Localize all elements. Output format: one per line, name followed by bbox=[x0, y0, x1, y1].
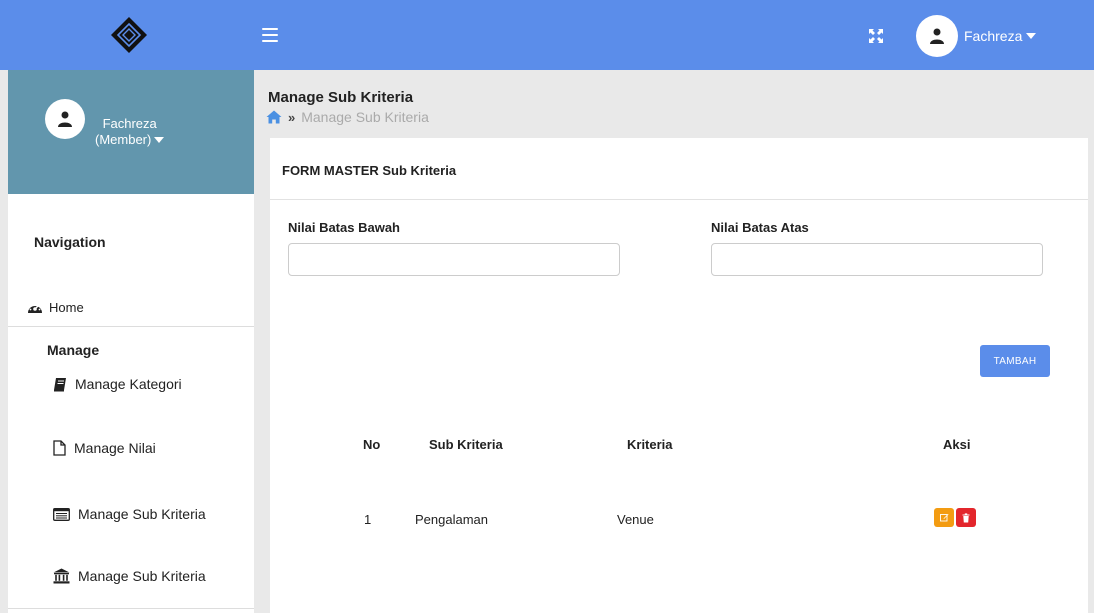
card-header: FORM MASTER Sub Kriteria bbox=[270, 138, 1088, 200]
nav-heading: Navigation bbox=[34, 234, 106, 250]
form-card: FORM MASTER Sub Kriteria Nilai Batas Baw… bbox=[270, 138, 1088, 613]
sidebar-user-role: (Member) bbox=[95, 132, 152, 147]
page-title: Manage Sub Kriteria bbox=[268, 89, 414, 106]
bank-icon bbox=[53, 568, 70, 584]
caret-down-icon bbox=[1026, 33, 1037, 39]
sidebar-item-manage-sub-kriteria[interactable]: Manage Sub Kriteria bbox=[53, 506, 206, 522]
home-icon[interactable] bbox=[266, 110, 282, 124]
divider bbox=[8, 608, 254, 609]
user-icon bbox=[58, 111, 72, 127]
sidebar-item-manage-kategori[interactable]: Manage Kategori bbox=[53, 376, 182, 392]
sidebar-user-name: Fachreza bbox=[102, 116, 157, 131]
book-icon bbox=[54, 377, 66, 391]
dashboard-icon bbox=[28, 303, 42, 313]
sidebar: Fachreza (Member) Navigation Home Manage… bbox=[8, 70, 254, 613]
hamburger-menu-icon[interactable] bbox=[262, 28, 278, 42]
sidebar-item-label: Manage Kategori bbox=[75, 376, 182, 392]
sidebar-item-manage-nilai[interactable]: Manage Nilai bbox=[53, 440, 156, 456]
edit-icon bbox=[939, 514, 948, 522]
fullscreen-icon[interactable] bbox=[866, 26, 886, 46]
label-nilai-batas-bawah: Nilai Batas Bawah bbox=[288, 220, 400, 235]
sidebar-item-home[interactable]: Home bbox=[27, 300, 84, 315]
user-dropdown[interactable]: Fachreza bbox=[964, 28, 1037, 44]
sidebar-profile-dropdown[interactable]: Fachreza (Member) bbox=[95, 116, 165, 148]
edit-button[interactable] bbox=[934, 508, 954, 527]
avatar[interactable] bbox=[916, 15, 958, 57]
nilai-batas-atas-input[interactable] bbox=[711, 243, 1043, 276]
top-navbar: Fachreza bbox=[0, 0, 1094, 70]
sidebar-profile: Fachreza (Member) bbox=[8, 70, 254, 194]
label-nilai-batas-atas: Nilai Batas Atas bbox=[711, 220, 809, 235]
breadcrumb-separator-icon: » bbox=[288, 109, 296, 125]
column-header-aksi: Aksi bbox=[943, 437, 971, 452]
breadcrumb: » Manage Sub Kriteria bbox=[266, 109, 429, 125]
trash-icon bbox=[962, 512, 970, 522]
sidebar-item-label: Manage Nilai bbox=[74, 440, 156, 456]
sidebar-item-manage-sub-kriteria-2[interactable]: Manage Sub Kriteria bbox=[53, 568, 206, 584]
cell-sub-kriteria: Pengalaman bbox=[415, 512, 488, 527]
sidebar-item-label: Manage Sub Kriteria bbox=[78, 506, 206, 522]
sidebar-item-label: Manage Sub Kriteria bbox=[78, 568, 206, 584]
sidebar-item-label: Home bbox=[49, 300, 84, 315]
file-icon bbox=[53, 440, 66, 456]
cell-kriteria: Venue bbox=[617, 512, 654, 527]
column-header-sub-kriteria: Sub Kriteria bbox=[429, 437, 503, 452]
user-name: Fachreza bbox=[964, 28, 1023, 44]
column-header-no: No bbox=[363, 437, 381, 452]
list-alt-icon bbox=[53, 507, 70, 521]
user-icon bbox=[930, 28, 944, 44]
divider bbox=[8, 326, 254, 327]
logo[interactable] bbox=[0, 0, 258, 70]
nilai-batas-bawah-input[interactable] bbox=[288, 243, 620, 276]
card-title: FORM MASTER Sub Kriteria bbox=[282, 163, 457, 178]
caret-down-icon bbox=[154, 137, 165, 143]
tambah-button[interactable]: TAMBAH bbox=[980, 345, 1050, 377]
diamond-logo-icon bbox=[111, 17, 147, 53]
sidebar-avatar[interactable] bbox=[45, 99, 85, 139]
cell-no: 1 bbox=[364, 512, 372, 527]
breadcrumb-current: Manage Sub Kriteria bbox=[301, 109, 429, 125]
delete-button[interactable] bbox=[956, 508, 976, 527]
manage-heading: Manage bbox=[47, 342, 100, 358]
column-header-kriteria: Kriteria bbox=[627, 437, 673, 452]
